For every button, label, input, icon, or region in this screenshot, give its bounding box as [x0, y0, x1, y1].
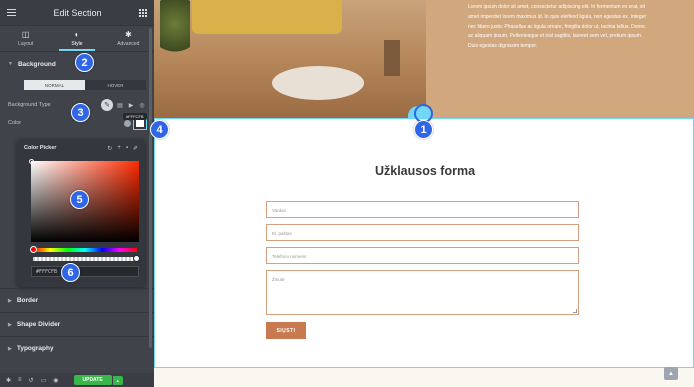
page-preview: Lorem ipsum dolor sit amet, consectetur …: [154, 0, 694, 387]
alpha-handle[interactable]: [133, 255, 140, 262]
background-type-options: ✎ ▤ ▶ ◎: [101, 99, 146, 111]
paint-brush-icon[interactable]: ✎: [101, 99, 113, 111]
color-picker-title: Color Picker: [24, 145, 57, 151]
saturation-cursor[interactable]: [29, 159, 34, 164]
panel-title: Edit Section: [53, 7, 102, 18]
lower-sections: ▶ Border ▶ Shape Divider ▶ Typography: [0, 288, 154, 360]
hover-state-button[interactable]: HOVER: [85, 80, 146, 90]
responsive-icon[interactable]: ▭: [41, 377, 47, 384]
navigator-icon[interactable]: ≡: [18, 377, 22, 383]
section-title: Border: [16, 297, 39, 304]
video-icon[interactable]: ▶: [127, 101, 135, 109]
menu-icon[interactable]: [7, 9, 16, 16]
hue-handle[interactable]: [30, 246, 37, 253]
preview-eye-icon[interactable]: ◉: [53, 377, 58, 384]
panel-tabs: ◫ Layout ◐ Style ✱ Advanced: [0, 26, 154, 52]
message-field[interactable]: Žinutė: [266, 270, 579, 315]
rug-shape: [272, 66, 364, 100]
typography-section-toggle[interactable]: ▶ Typography: [0, 336, 154, 360]
color-tooltip: #FFFCFB: [123, 113, 147, 120]
color-picker-tools: ↻ + ▪ ✐: [107, 145, 138, 152]
step-marker-3: 3: [71, 103, 90, 122]
trash-icon[interactable]: ▪: [126, 145, 128, 152]
submit-button[interactable]: SIŲSTI: [266, 322, 306, 339]
settings-icon[interactable]: ✱: [6, 377, 11, 384]
caret-down-icon: ▼: [8, 61, 13, 67]
plant-shape: [160, 0, 190, 60]
update-options-icon[interactable]: ▲: [112, 375, 123, 385]
stool-shape: [384, 40, 400, 76]
layout-icon: ◫: [21, 29, 30, 39]
hero-paragraph: Lorem ipsum dolor sit amet, consectetur …: [426, 0, 694, 118]
history-icon[interactable]: ↺: [29, 377, 34, 384]
caret-right-icon: ▶: [8, 345, 12, 352]
border-section-toggle[interactable]: ▶ Border: [0, 288, 154, 312]
section-title: Typography: [16, 345, 54, 352]
control-label: Background Type: [8, 102, 51, 108]
step-marker-1: 1: [414, 120, 433, 139]
eyedropper-icon[interactable]: ✐: [133, 145, 138, 152]
hero-section: Lorem ipsum dolor sit amet, consectetur …: [154, 0, 694, 118]
gradient-icon[interactable]: ▤: [116, 101, 124, 109]
tab-label: Layout: [18, 40, 34, 47]
phone-field[interactable]: Telefono numeris: [266, 247, 579, 264]
sofa-shape: [192, 0, 342, 34]
caret-right-icon: ▶: [8, 321, 12, 328]
style-icon: ◐: [74, 29, 80, 39]
panel-scrollbar[interactable]: [149, 28, 152, 348]
update-button[interactable]: UPDATE: [73, 375, 112, 385]
caret-right-icon: ▶: [8, 297, 12, 304]
control-label: Color: [8, 120, 22, 126]
shape-divider-section-toggle[interactable]: ▶ Shape Divider: [0, 312, 154, 336]
step-marker-4: 4: [150, 120, 169, 139]
globe-icon[interactable]: [124, 119, 131, 127]
section-title: Shape Divider: [16, 321, 61, 328]
alpha-slider[interactable]: [33, 255, 140, 262]
page-bottom-strip: [154, 368, 694, 387]
reset-icon[interactable]: ↻: [107, 145, 112, 152]
add-icon[interactable]: +: [117, 145, 121, 152]
panel-header: Edit Section: [0, 0, 154, 26]
selected-section[interactable]: Užklausos forma Vardas El. paštas Telefo…: [154, 118, 694, 368]
resize-grip-icon[interactable]: [573, 309, 577, 313]
name-field[interactable]: Vardas: [266, 201, 579, 218]
widgets-grid-icon[interactable]: [139, 8, 147, 17]
tab-layout[interactable]: ◫ Layout: [0, 26, 51, 51]
tab-label: Style: [71, 40, 83, 47]
slideshow-icon[interactable]: ◎: [138, 101, 146, 109]
gear-icon: ✱: [124, 29, 132, 39]
hex-input[interactable]: #FFFCFB: [31, 266, 139, 277]
state-toggle: NORMAL HOVER: [24, 80, 146, 90]
step-marker-5: 5: [70, 190, 89, 209]
panel-footer: ✱ ≡ ↺ ▭ ◉ UPDATE ▲: [0, 373, 154, 387]
color-picker-header: Color Picker ↻ + ▪ ✐: [17, 139, 145, 157]
tab-advanced[interactable]: ✱ Advanced: [103, 26, 154, 51]
message-placeholder: Žinutė: [272, 277, 285, 282]
form-title: Užklausos forma: [374, 164, 476, 178]
living-room-image: [154, 0, 426, 118]
email-field[interactable]: El. paštas: [266, 224, 579, 241]
step-marker-2: 2: [75, 53, 94, 72]
normal-state-button[interactable]: NORMAL: [24, 80, 85, 90]
hue-slider[interactable]: [30, 246, 137, 253]
tab-style[interactable]: ◐ Style: [51, 26, 102, 51]
color-picker-popup: Color Picker ↻ + ▪ ✐ #FFFCFB: [17, 139, 145, 287]
tab-label: Advanced: [117, 40, 140, 47]
section-title: Background: [17, 60, 56, 68]
step-marker-6: 6: [61, 263, 80, 282]
scroll-top-icon[interactable]: ▲: [664, 367, 678, 380]
